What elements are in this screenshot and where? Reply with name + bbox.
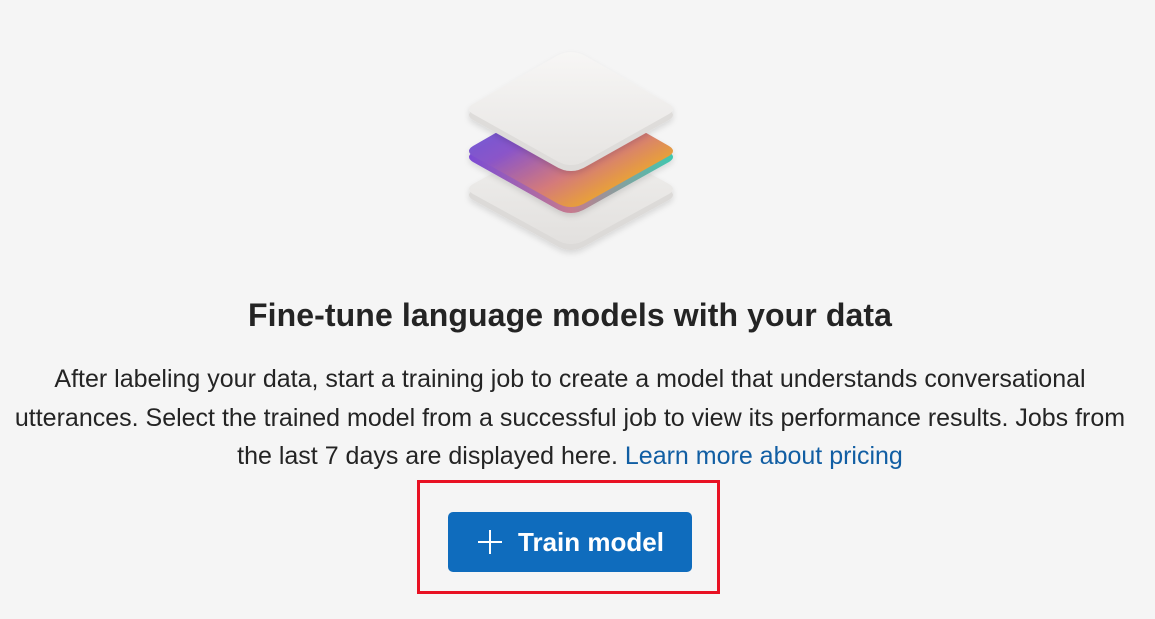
page-title: Fine-tune language models with your data	[247, 297, 893, 333]
stacked-layers-icon	[469, 52, 673, 250]
empty-state-description: After labeling your data, start a traini…	[0, 360, 1140, 476]
train-model-button[interactable]: Train model	[448, 512, 692, 572]
plus-icon	[478, 530, 503, 554]
description-text: After labeling your data, start a traini…	[14, 365, 1126, 470]
train-model-label: Train model	[518, 526, 664, 557]
learn-more-pricing-link[interactable]: Learn more about pricing	[625, 442, 903, 470]
